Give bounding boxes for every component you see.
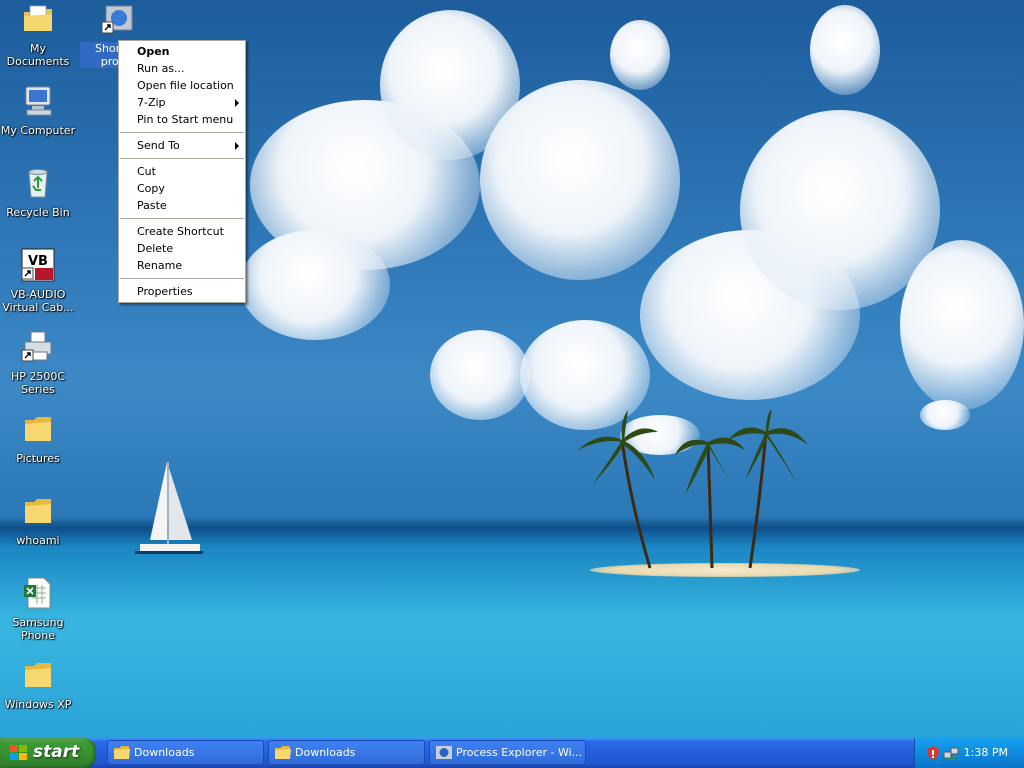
recycle-bin-icon [28, 169, 48, 198]
desktop-icon-label: Windows XP [4, 698, 72, 711]
menu-separator [120, 158, 244, 159]
computer-icon [25, 86, 52, 116]
submenu-arrow-icon [235, 142, 239, 150]
menu-item-pin-to-start[interactable]: Pin to Start menu [119, 111, 245, 128]
desktop-icon-my-documents[interactable]: My Documents [0, 2, 76, 68]
menu-item-open[interactable]: Open [119, 43, 245, 60]
cloud [900, 240, 1024, 410]
taskbar: start Downloads Downloads Process Explor… [0, 738, 1024, 768]
vb-audio-icon: VB [21, 248, 55, 282]
start-label: start [33, 742, 80, 762]
menu-item-label: Send To [137, 139, 180, 152]
menu-separator [120, 132, 244, 133]
desktop-icon-my-computer[interactable]: My Computer [0, 84, 76, 137]
desktop-icon-vb-audio[interactable]: VB VB-AUDIO Virtual Cab... [0, 248, 76, 314]
network-icon[interactable] [943, 745, 959, 761]
cloud [480, 80, 680, 280]
windows-logo-icon [10, 745, 28, 761]
cloud [610, 20, 670, 90]
system-tray: 1:38 PM [914, 738, 1024, 768]
menu-item-delete[interactable]: Delete [119, 240, 245, 257]
folder-icon [275, 746, 291, 759]
menu-item-run-as[interactable]: Run as... [119, 60, 245, 77]
taskbar-button-label: Process Explorer - Wi... [456, 746, 583, 759]
desktop-icon-windows-xp[interactable]: Windows XP [0, 658, 76, 711]
excel-document-icon [24, 577, 51, 609]
start-button[interactable]: start [0, 738, 96, 768]
menu-item-paste[interactable]: Paste [119, 197, 245, 214]
cloud [920, 400, 970, 430]
taskbar-button-downloads-2[interactable]: Downloads [268, 740, 425, 765]
menu-item-properties[interactable]: Properties [119, 283, 245, 300]
printer-icon [21, 331, 52, 362]
taskbar-button-downloads-1[interactable]: Downloads [107, 740, 264, 765]
process-explorer-icon [436, 746, 452, 759]
menu-item-label: 7-Zip [137, 96, 166, 109]
desktop-icon-hp-printer[interactable]: HP 2500C Series [0, 330, 76, 396]
menu-item-cut[interactable]: Cut [119, 163, 245, 180]
sailboat [135, 462, 203, 554]
folder-icon [25, 417, 51, 441]
cloud [430, 330, 530, 420]
taskbar-button-process-explorer[interactable]: Process Explorer - Wi... [429, 740, 586, 765]
folder-icon [25, 499, 51, 523]
context-menu: Open Run as... Open file location 7-Zip … [118, 40, 246, 303]
cloud [810, 5, 880, 95]
security-alert-icon[interactable] [925, 745, 941, 761]
svg-text:VB: VB [28, 254, 48, 269]
desktop-icon-recycle-bin[interactable]: Recycle Bin [0, 166, 76, 219]
desktop-icon-label: My Computer [0, 124, 76, 137]
desktop-icon-label: whoami [16, 534, 60, 547]
process-explorer-shortcut-icon [101, 5, 133, 34]
submenu-arrow-icon [235, 99, 239, 107]
taskbar-button-label: Downloads [134, 746, 195, 759]
menu-item-create-shortcut[interactable]: Create Shortcut [119, 223, 245, 240]
menu-separator [120, 218, 244, 219]
desktop[interactable]: My Documents Shortc... proc... My Comput… [0, 0, 1024, 738]
taskbar-button-label: Downloads [295, 746, 356, 759]
desktop-icon-label: VB-AUDIO Virtual Cab... [2, 288, 74, 314]
menu-separator [120, 278, 244, 279]
desktop-icon-label: Pictures [16, 452, 60, 465]
folder-icon [114, 746, 130, 759]
menu-item-send-to[interactable]: Send To [119, 137, 245, 154]
menu-item-copy[interactable]: Copy [119, 180, 245, 197]
desktop-icon-whoami[interactable]: whoami [0, 494, 76, 547]
desktop-icon-label: HP 2500C Series [10, 370, 66, 396]
clock[interactable]: 1:38 PM [964, 746, 1008, 759]
folder-icon [25, 663, 51, 687]
palm-trees [578, 410, 808, 569]
cloud [240, 230, 390, 340]
desktop-icon-pictures[interactable]: Pictures [0, 412, 76, 465]
menu-item-rename[interactable]: Rename [119, 257, 245, 274]
menu-item-7zip[interactable]: 7-Zip [119, 94, 245, 111]
desktop-icon-label: Recycle Bin [6, 206, 70, 219]
desktop-icon-label: Samsung Phone [12, 616, 64, 642]
menu-item-open-file-location[interactable]: Open file location [119, 77, 245, 94]
desktop-icon-label: My Documents [6, 42, 70, 68]
desktop-icon-samsung-phone[interactable]: Samsung Phone [0, 576, 76, 642]
documents-folder-icon [24, 5, 52, 31]
